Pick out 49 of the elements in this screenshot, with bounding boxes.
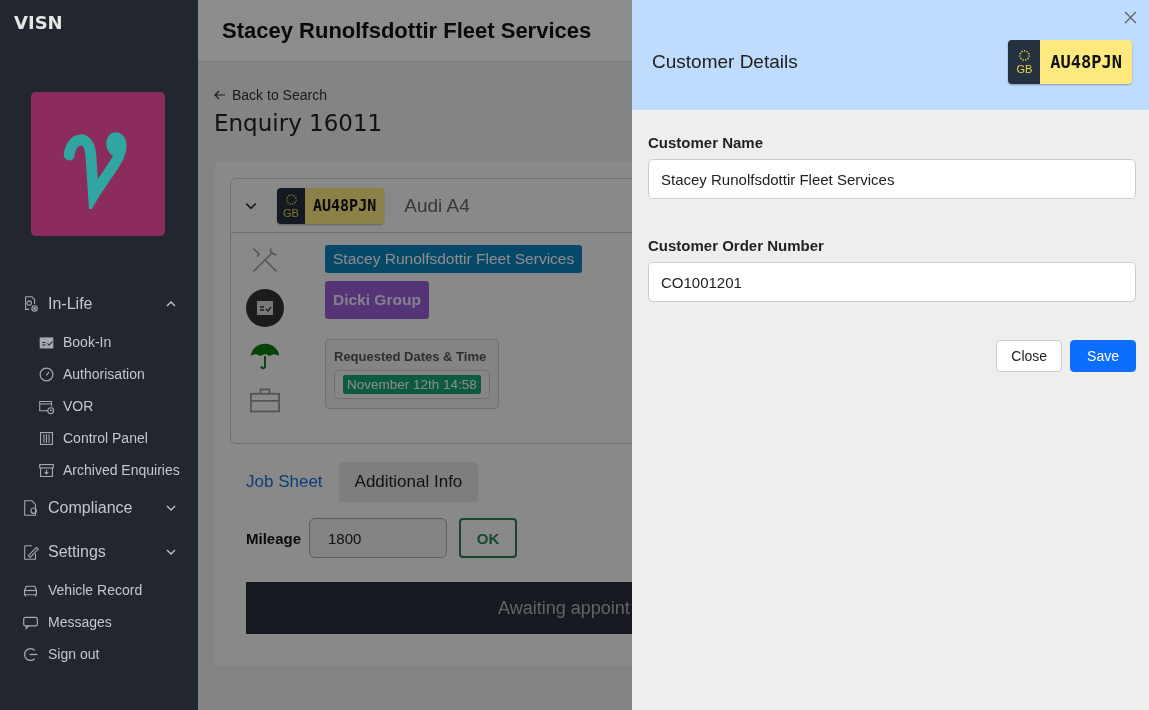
nav-item[interactable]: Messages [0,606,198,638]
nav-group[interactable]: In-Life [0,282,198,326]
plate-country: GB [1016,63,1033,75]
gears-icon [22,295,40,313]
text-field[interactable]: Stacey Runolfsdottir Fleet Services [648,159,1136,199]
vehicle-model: Audi A4 [404,194,470,217]
text-field[interactable]: CO1001201 [648,262,1136,302]
nav-item[interactable]: Sign out [0,638,198,670]
nav-item[interactable]: Archived Enquiries [0,454,198,486]
calendar-check-icon [246,289,284,327]
umbrella-icon [250,341,280,371]
customer-tag: Stacey Runolfsdottir Fleet Services [325,245,583,273]
nav-item[interactable]: Book-In [0,326,198,358]
sign-out-icon [22,645,39,663]
nav-group[interactable]: Compliance [0,486,198,530]
close-icon[interactable] [1124,11,1137,24]
stars-icon [284,192,298,206]
group-tag: Dicki Group [325,281,429,319]
nav-group[interactable]: Settings [0,530,198,574]
brand-name: VISN [13,11,64,35]
back-link[interactable]: Back to Search [214,87,327,103]
nav-item[interactable]: Vehicle Record [0,574,198,606]
close-button[interactable]: Close [996,340,1063,372]
nav-item[interactable]: Control Panel [0,422,198,454]
chevron-down-icon[interactable] [245,201,257,210]
archive-icon [38,461,55,479]
tools-icon [250,245,280,275]
pen-icon [22,543,40,561]
plate-number: AU48PJN [1040,40,1132,84]
mileage-field[interactable]: 1800 [309,518,448,558]
panel-label: Requested Dates & Time [334,349,488,364]
nav-item[interactable]: Authorisation [0,358,198,390]
tab[interactable]: Additional Info [338,462,479,502]
field-label: Customer Name [648,134,765,151]
date-tag: November 12th 14:58 [343,375,481,394]
nav-item[interactable]: VOR [0,390,198,422]
sliders-icon [38,429,55,447]
plate-number: AU48PJN [305,187,385,224]
gauge-icon [38,365,55,383]
drawer-title: Customer Details [652,51,798,73]
save-button[interactable]: Save [1070,340,1136,372]
field-label: Customer Order Number [648,237,825,254]
page-header-title: Stacey Runolfsdottir Fleet Services [222,17,592,44]
arrow-left-icon [214,90,226,100]
document-icon [22,499,40,517]
enquiry-title: Enquiry 16011 [214,110,384,136]
mileage-label: Mileage [246,529,302,547]
stars-icon [1017,49,1031,62]
plate-country: GB [283,206,299,219]
